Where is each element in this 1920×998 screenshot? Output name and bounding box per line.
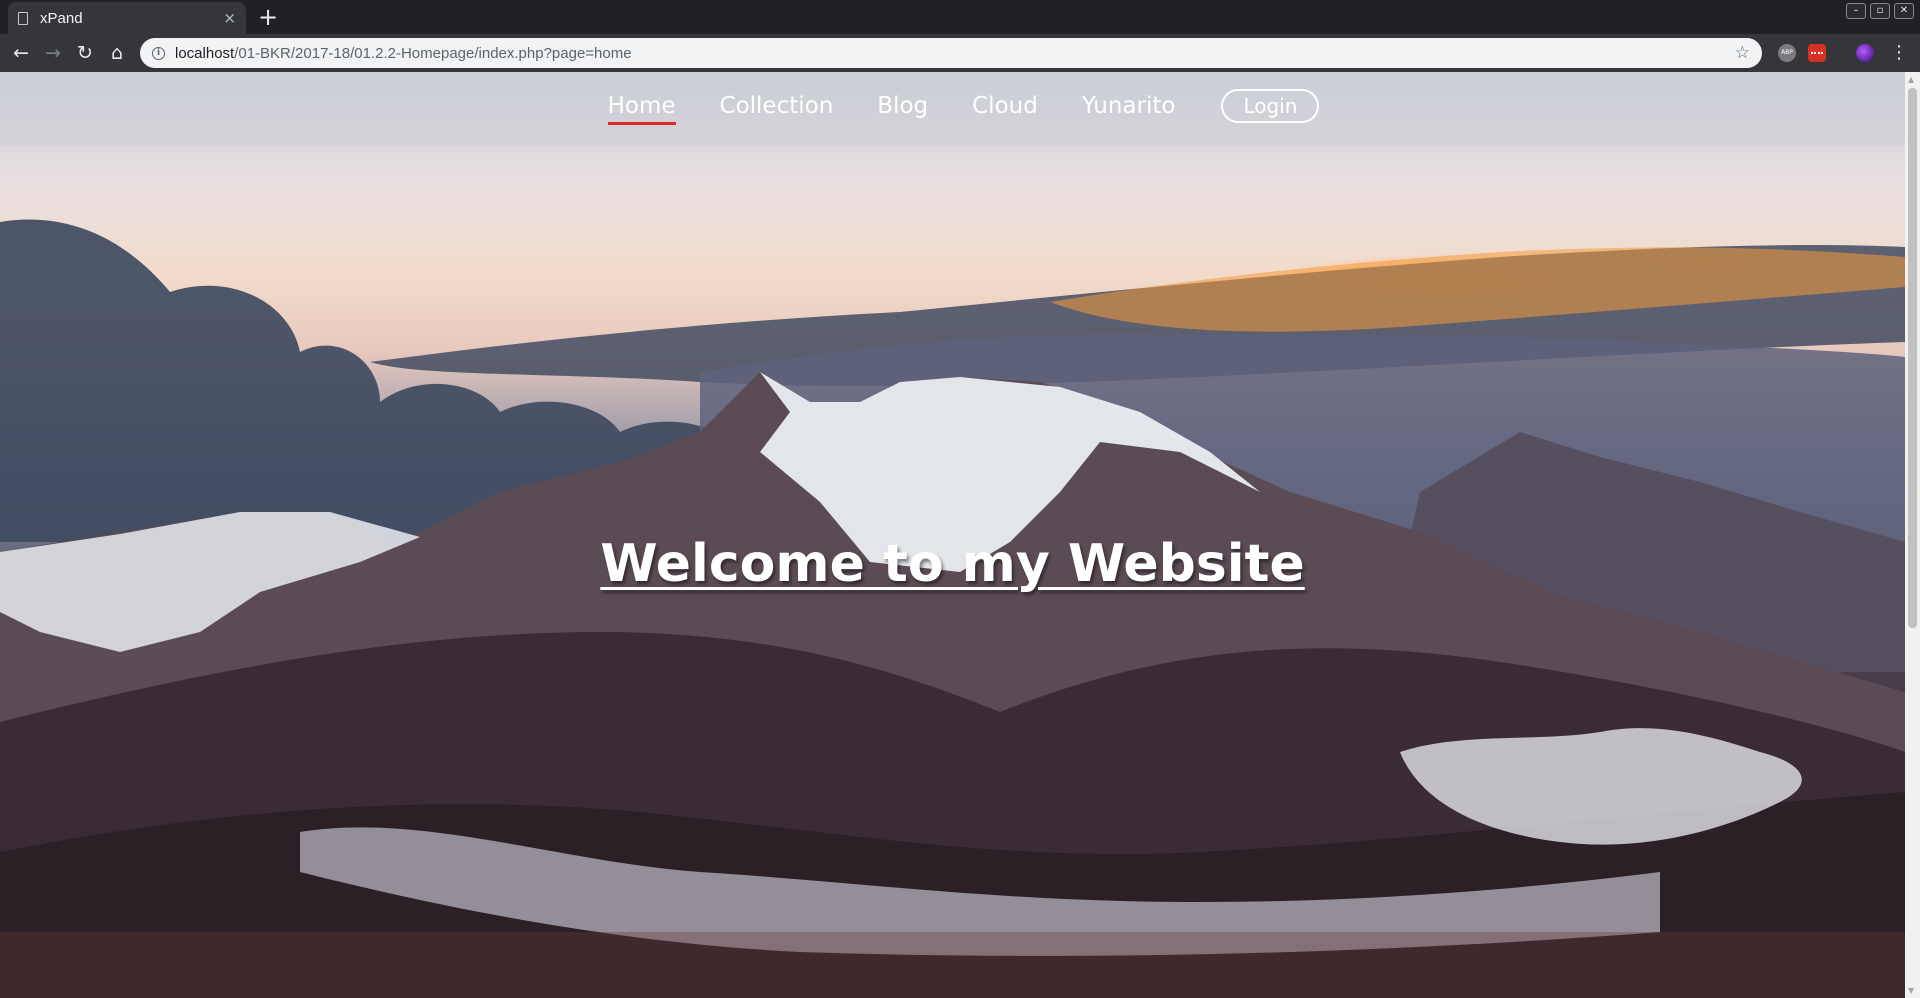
page-headline[interactable]: Welcome to my Website	[0, 534, 1905, 594]
window-controls: – ▫ ✕	[1846, 3, 1914, 19]
tab-close-icon[interactable]: ×	[223, 9, 236, 27]
close-window-button[interactable]: ✕	[1894, 3, 1914, 19]
menu-icon[interactable]: ⋮	[1890, 42, 1908, 63]
minimize-button[interactable]: –	[1846, 3, 1866, 19]
back-arrow-icon[interactable]: ←	[8, 40, 34, 66]
login-button[interactable]: Login	[1221, 89, 1320, 123]
browser-toolbar: ← → ↻ ⌂ i localhost/01-BKR/2017-18/01.2.…	[0, 34, 1920, 72]
scrollbar-thumb[interactable]	[1908, 88, 1917, 628]
reload-icon[interactable]: ↻	[72, 40, 98, 66]
tab-title: xPand	[40, 9, 83, 27]
scroll-down-icon[interactable]: ▼	[1908, 986, 1914, 995]
forward-arrow-icon[interactable]: →	[40, 40, 66, 66]
url-path: /01-BKR/2017-18/01.2.2-Homepage/index.ph…	[234, 44, 632, 62]
nav-link-blog[interactable]: Blog	[877, 93, 928, 125]
tab-strip: xPand × + – ▫ ✕	[0, 0, 1920, 34]
bookmark-star-icon[interactable]: ☆	[1735, 43, 1750, 63]
address-bar[interactable]: i localhost/01-BKR/2017-18/01.2.2-Homepa…	[140, 38, 1762, 68]
scroll-up-icon[interactable]: ▲	[1908, 75, 1914, 84]
home-icon[interactable]: ⌂	[104, 40, 130, 66]
url-text[interactable]: localhost/01-BKR/2017-18/01.2.2-Homepage…	[175, 45, 1735, 62]
extension-icon[interactable]	[1808, 44, 1826, 62]
profile-extension-icon[interactable]	[1856, 44, 1874, 62]
info-icon[interactable]: i	[152, 46, 165, 60]
restore-button[interactable]: ▫	[1870, 3, 1890, 19]
page-scrollbar[interactable]: ▲ ▼	[1905, 72, 1920, 998]
nav-link-cloud[interactable]: Cloud	[972, 93, 1038, 125]
url-host: localhost	[175, 44, 235, 62]
nav-links: Home Collection Blog Cloud Yunarito Logi…	[0, 72, 1905, 146]
nav-link-collection[interactable]: Collection	[720, 93, 834, 125]
site-navbar: Home Collection Blog Cloud Yunarito Logi…	[0, 72, 1905, 146]
adblock-extension-icon[interactable]: ABP	[1778, 44, 1796, 62]
nav-link-yunarito[interactable]: Yunarito	[1082, 93, 1176, 125]
haze-bottom	[0, 932, 1905, 998]
page-viewport: Home Collection Blog Cloud Yunarito Logi…	[0, 72, 1905, 998]
page-icon	[18, 11, 28, 25]
nav-link-home[interactable]: Home	[607, 93, 676, 125]
browser-tab[interactable]: xPand ×	[8, 2, 246, 34]
new-tab-button[interactable]: +	[258, 3, 278, 31]
